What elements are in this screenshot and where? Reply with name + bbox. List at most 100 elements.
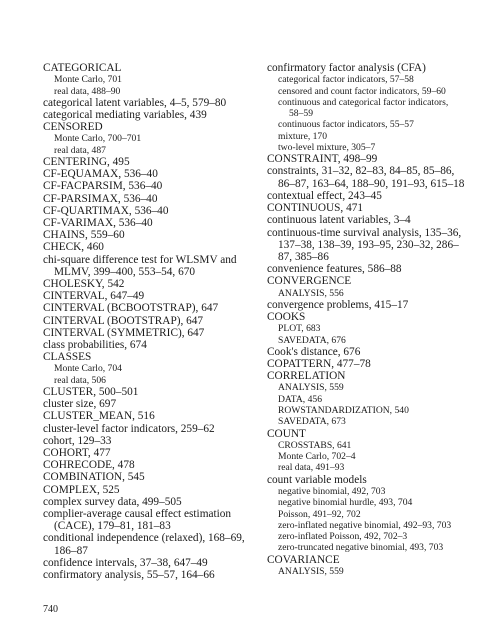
index-subentry: zero-truncated negative binomial, 493, 7… [267, 542, 492, 553]
index-entry: CHAINS, 559–60 [43, 229, 248, 241]
entry-text: Monte Carlo, 702–4 [278, 451, 356, 463]
index-entry: CF-PARSIMAX, 536–40 [43, 193, 248, 205]
entry-text: CF-FACPARSIM, 536–40 [43, 180, 163, 193]
index-entry: CONTINUOUS, 471 [267, 202, 492, 214]
entry-text: chi-square difference test for WLSMV and [43, 253, 237, 266]
entry-text: COHRECODE, 478 [43, 459, 135, 472]
index-subentry: censored and count factor indicators, 59… [267, 86, 492, 97]
index-entry: convenience features, 586–88 [267, 263, 492, 275]
index-subentry: continuous factor indicators, 55–57 [267, 119, 492, 130]
entry-text: CHAINS, 559–60 [43, 229, 125, 242]
entry-text: CATEGORICAL [43, 62, 122, 74]
index-entry: CHECK, 460 [43, 241, 248, 253]
index-subentry: ROWSTANDARDIZATION, 540 [267, 405, 492, 416]
entry-text: convergence problems, 415–17 [267, 298, 409, 311]
entry-text: count variable models [267, 473, 367, 486]
index-entry: confidence intervals, 37–38, 647–49 [43, 557, 248, 569]
entry-text: continuous-time survival analysis, 135–3… [267, 226, 462, 239]
entry-continuation: 58–59 [289, 108, 313, 120]
entry-text: real data, 487 [54, 144, 106, 156]
index-subentry: ANALYSIS, 559 [267, 566, 492, 577]
entry-text: confidence intervals, 37–38, 647–49 [43, 556, 208, 569]
index-subentry: real data, 488–90 [43, 86, 248, 97]
entry-text: CONTINUOUS, 471 [267, 202, 364, 215]
entry-text: complex survey data, 499–505 [43, 495, 182, 508]
entry-text: CINTERVAL (SYMMETRIC), 647 [43, 326, 205, 339]
entry-text: ANALYSIS, 556 [278, 287, 344, 299]
entry-text: zero-inflated negative binomial, 492–93,… [278, 519, 452, 531]
entry-text: CF-PARSIMAX, 536–40 [43, 192, 158, 205]
entry-text: convenience features, 586–88 [267, 263, 402, 276]
entry-text: categorical latent variables, 4–5, 579–8… [43, 96, 227, 109]
index-entry: confirmatory factor analysis (CFA) [267, 62, 492, 74]
index-subentry: mixture, 170 [267, 131, 492, 142]
index-subentry: zero-inflated Poisson, 492, 702–3 [267, 531, 492, 542]
index-entry: CATEGORICAL [43, 62, 248, 74]
entry-text: contextual effect, 243–45 [267, 189, 382, 202]
entry-text: CF-VARIMAX, 536–40 [43, 217, 153, 230]
entry-text: confirmatory analysis, 55–57, 164–66 [43, 569, 215, 582]
index-entry: CF-EQUAMAX, 536–40 [43, 168, 248, 180]
entry-text: two-level mixture, 305–7 [278, 141, 376, 153]
index-entry: CF-QUARTIMAX, 536–40 [43, 205, 248, 217]
index-subentry: real data, 491–93 [267, 462, 492, 473]
index-entry: CLUSTER_MEAN, 516 [43, 410, 248, 422]
index-entry: complier-average causal effect estimatio… [43, 508, 248, 532]
entry-text: cluster-level factor indicators, 259–62 [43, 422, 215, 435]
entry-text: ANALYSIS, 559 [278, 382, 344, 394]
entry-text: constraints, 31–32, 82–83, 84–85, 85–86, [267, 165, 455, 178]
entry-continuation: 86–87, 163–64, 188–90, 191–93, 615–18 [278, 177, 465, 190]
index-entry: CENTERING, 495 [43, 156, 248, 168]
entry-text: CROSSTABS, 641 [278, 439, 352, 451]
entry-text: Monte Carlo, 700–701 [54, 133, 142, 145]
entry-text: COUNT [267, 427, 306, 440]
index-entry: CINTERVAL (SYMMETRIC), 647 [43, 327, 248, 339]
entry-continuation: (CACE), 179–81, 181–83 [54, 520, 171, 533]
index-entry: categorical mediating variables, 439 [43, 109, 248, 121]
entry-text: CENSORED [43, 121, 103, 134]
index-entry: constraints, 31–32, 82–83, 84–85, 85–86,… [267, 165, 492, 189]
index-entry: conditional independence (relaxed), 168–… [43, 532, 248, 556]
entry-text: ANALYSIS, 559 [278, 565, 344, 577]
entry-text: CENTERING, 495 [43, 156, 130, 168]
index-entry: COHRECODE, 478 [43, 459, 248, 471]
entry-continuation: 87, 385–86 [278, 250, 329, 263]
entry-text: PLOT, 683 [278, 323, 321, 335]
index-subentry: Monte Carlo, 702–4 [267, 451, 492, 462]
entry-text: complier-average causal effect estimatio… [43, 508, 232, 521]
index-subentry: Poisson, 491–92, 702 [267, 509, 492, 520]
entry-text: cluster size, 697 [43, 398, 117, 411]
entry-text: continuous factor indicators, 55–57 [278, 119, 414, 131]
index-subentry: PLOT, 683 [267, 323, 492, 334]
entry-text: mixture, 170 [278, 130, 328, 142]
entry-text: CINTERVAL (BCBOOTSTRAP), 647 [43, 302, 219, 315]
index-subentry: negative binomial hurdle, 493, 704 [267, 497, 492, 508]
index-subentry: negative binomial, 492, 703 [267, 486, 492, 497]
index-entry: categorical latent variables, 4–5, 579–8… [43, 97, 248, 109]
index-subentry: SAVEDATA, 673 [267, 416, 492, 427]
entry-text: Poisson, 491–92, 702 [278, 508, 361, 520]
index-entry: CLASSES [43, 351, 248, 363]
entry-text: COPATTERN, 477–78 [267, 358, 371, 371]
index-entry: CINTERVAL (BOOTSTRAP), 647 [43, 315, 248, 327]
index-entry: COPATTERN, 477–78 [267, 358, 492, 370]
index-subentry: continuous and categorical factor indica… [267, 97, 492, 120]
index-entry: CF-VARIMAX, 536–40 [43, 217, 248, 229]
index-subentry: Monte Carlo, 704 [43, 363, 248, 374]
entry-text: SAVEDATA, 676 [278, 334, 346, 346]
index-entry: cluster-level factor indicators, 259–62 [43, 423, 248, 435]
index-subentry: categorical factor indicators, 57–58 [267, 74, 492, 85]
entry-text: CINTERVAL (BOOTSTRAP), 647 [43, 314, 204, 327]
entry-text: ROWSTANDARDIZATION, 540 [278, 405, 409, 417]
entry-continuation: MLMV, 399–400, 553–54, 670 [54, 265, 196, 278]
index-subentry: real data, 506 [43, 375, 248, 386]
entry-text: zero-truncated negative binomial, 493, 7… [278, 542, 444, 554]
entry-text: CONSTRAINT, 498–99 [267, 153, 378, 166]
entry-text: categorical factor indicators, 57–58 [278, 74, 414, 86]
index-entry: COMBINATION, 545 [43, 471, 248, 483]
index-entry: cohort, 129–33 [43, 435, 248, 447]
page-number: 740 [43, 604, 58, 615]
index-entry: COMPLEX, 525 [43, 484, 248, 496]
index-entry: contextual effect, 243–45 [267, 190, 492, 202]
index-subentry: DATA, 456 [267, 394, 492, 405]
